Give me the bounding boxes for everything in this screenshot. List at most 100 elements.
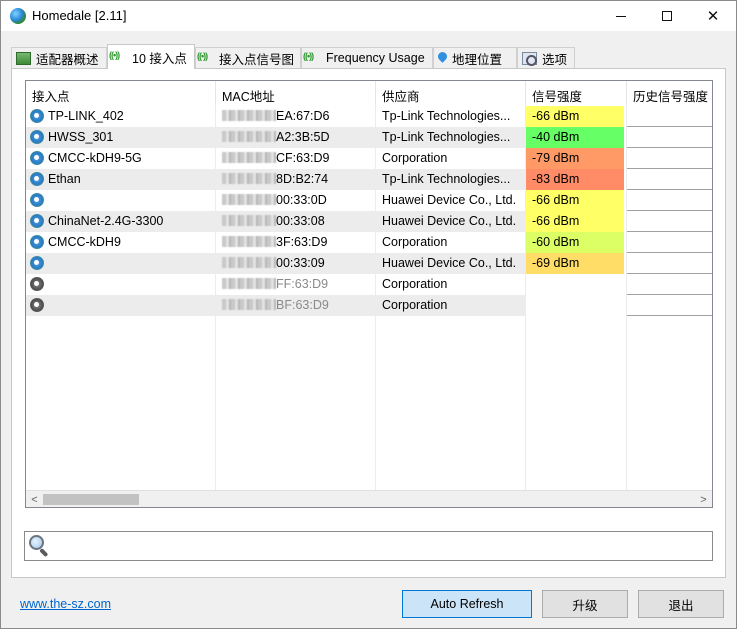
vendor-cell: Corporation [382,235,448,249]
history-signal-cell [627,253,712,274]
table-row[interactable]: HWSS_301 A2:3B:5D Tp-Link Technologies... -… [26,127,712,148]
table-row[interactable]: 00:33:0D Huawei Device Co., Ltd. -66 dBm [26,190,712,211]
access-point-list[interactable]: 接入点 MAC地址 供应商 信号强度 历史信号强度 TP-LINK_402 EA:… [25,80,713,508]
column-header-ap[interactable]: 接入点 [26,81,216,105]
access-point-icon [30,298,44,312]
horizontal-scrollbar[interactable]: < > [26,490,712,507]
tab-options[interactable]: 选项 [517,47,575,68]
signal-cell [526,274,624,295]
scrollbar-thumb[interactable] [43,494,139,505]
close-icon: ✕ [706,8,720,25]
wifi-icon [303,51,321,65]
table-row[interactable]: FF:63:D9 Corporation [26,274,712,295]
signal-cell: -66 dBm [526,190,624,211]
table-row[interactable]: CMCC-kDH9-5G CF:63:D9 Corporation -79 dBm [26,148,712,169]
signal-cell: -79 dBm [526,148,624,169]
signal-cell: -66 dBm [526,211,624,232]
column-header-vendor[interactable]: 供应商 [376,81,526,105]
website-link[interactable]: www.the-sz.com [20,597,111,611]
access-point-icon [30,109,44,123]
mac-text: 8D:B2:74 [276,172,329,186]
access-point-icon [30,214,44,228]
options-icon [522,51,537,66]
redacted-mac-prefix [222,131,276,142]
wifi-icon [109,50,127,64]
history-signal-cell [627,211,712,232]
auto-refresh-button[interactable]: Auto Refresh [402,590,532,618]
redacted-mac-prefix [222,299,276,310]
redacted-mac-prefix [222,110,276,121]
mac-cell: 8D:B2:74 [216,169,376,190]
table-row[interactable]: BF:63:D9 Corporation [26,295,712,316]
minimize-icon [616,15,626,17]
ap-name-cell [26,274,216,295]
access-point-icon [30,151,44,165]
mac-text: EA:67:D6 [276,109,330,123]
column-header-history[interactable]: 历史信号强度 [627,81,712,105]
maximize-button[interactable] [644,1,690,31]
mac-cell: BF:63:D9 [216,295,376,316]
scroll-left-icon[interactable]: < [26,491,43,507]
ap-name-cell [26,253,216,274]
mac-cell: CF:63:D9 [216,148,376,169]
tab-panel: 接入点 MAC地址 供应商 信号强度 历史信号强度 TP-LINK_402 EA:… [11,68,726,578]
close-button[interactable]: ✕ [690,1,736,31]
signal-cell [526,295,624,316]
vendor-cell: Tp-Link Technologies... [376,127,525,148]
vendor-cell: Corporation [382,277,448,291]
ssid-text: CMCC-kDH9-5G [48,151,142,165]
tab-geolocation[interactable]: 地理位置 [433,47,517,68]
location-pin-icon [438,52,447,65]
table-row[interactable]: Ethan 8D:B2:74 Tp-Link Technologies... -83 … [26,169,712,190]
tab-frequency-usage[interactable]: Frequency Usage [301,47,433,68]
tab-adapter-overview[interactable]: 适配器概述 [11,47,107,68]
mac-cell: 00:33:09 [216,253,376,274]
exit-button[interactable]: 退出 [638,590,724,618]
search-box[interactable] [24,531,713,561]
table-row[interactable]: ChinaNet-2.4G-3300 00:33:08 Huawei Device … [26,211,712,232]
scroll-right-icon[interactable]: > [695,491,712,507]
redacted-mac-prefix [222,278,276,289]
tab-signal-graph[interactable]: 接入点信号图 [195,47,301,68]
mac-text: BF:63:D9 [276,298,329,312]
tab-label: 适配器概述 [36,52,99,67]
access-point-icon [30,277,44,291]
ap-name-cell: CMCC-kDH9-5G [26,148,216,169]
mac-text: FF:63:D9 [276,277,329,291]
mac-text: CF:63:D9 [276,151,330,165]
mac-cell: FF:63:D9 [216,274,376,295]
vendor-cell: Corporation [376,295,525,316]
signal-cell: -40 dBm [526,127,624,148]
ap-name-cell: ChinaNet-2.4G-3300 [26,211,216,232]
window-title: Homedale [2.11] [32,8,127,23]
globe-icon [10,8,26,24]
tab-access-points[interactable]: 10 接入点 [107,44,195,69]
mac-cell: 00:33:0D [216,190,376,211]
ap-name-cell: CMCC-kDH9 [26,232,216,253]
upgrade-button[interactable]: 升级 [542,590,628,618]
redacted-mac-prefix [222,236,276,247]
tab-label: 地理位置 [452,52,503,67]
ap-name-cell: TP-LINK_402 [26,106,216,127]
ssid-text: HWSS_301 [48,130,114,144]
app-window: Homedale [2.11] ✕ 适配器概述 10 接入点 接入点信号图 Fr… [0,0,737,629]
table-row[interactable]: 00:33:09 Huawei Device Co., Ltd. -69 dBm [26,253,712,274]
column-header-signal[interactable]: 信号强度 [526,81,627,105]
access-point-icon [30,172,44,186]
column-header-mac[interactable]: MAC地址 [216,81,376,105]
signal-cell: -83 dBm [526,169,624,190]
minimize-button[interactable] [598,1,644,31]
history-signal-cell [627,127,712,148]
signal-cell: -69 dBm [526,253,624,274]
signal-cell: -60 dBm [526,232,624,253]
table-row[interactable]: TP-LINK_402 EA:67:D6 Tp-Link Technologies.… [26,106,712,127]
search-input[interactable] [55,536,705,556]
adapter-icon [16,51,31,65]
history-signal-cell [627,169,712,190]
table-row[interactable]: CMCC-kDH9 3F:63:D9 Corporation -60 dBm [26,232,712,253]
history-signal-cell [627,274,712,295]
mac-text: 3F:63:D9 [276,235,328,249]
ap-name-cell: HWSS_301 [26,127,216,148]
ssid-text: ChinaNet-2.4G-3300 [48,214,164,228]
history-signal-cell [627,190,712,211]
